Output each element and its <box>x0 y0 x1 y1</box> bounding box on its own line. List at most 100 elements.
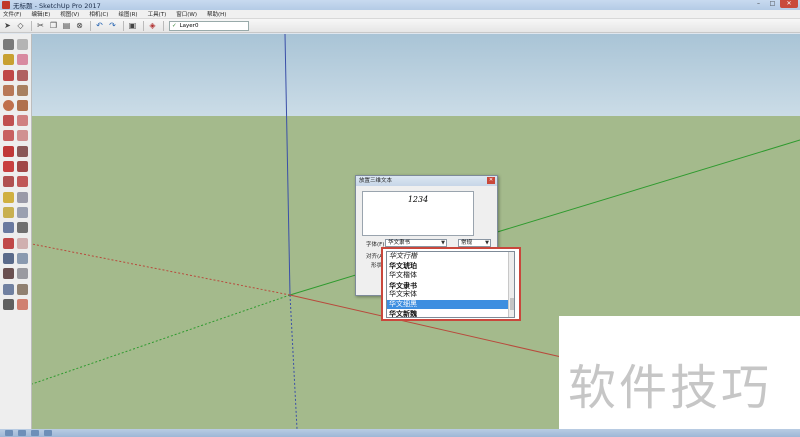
menu-edit[interactable]: 编辑(E) <box>31 10 50 18</box>
freehand-tool-icon[interactable] <box>17 70 28 81</box>
menu-tools[interactable]: 工具(T) <box>148 10 167 18</box>
polygon-tool-icon[interactable] <box>17 100 28 111</box>
zoom-window-icon[interactable] <box>17 253 28 264</box>
select-icon[interactable]: ➤ <box>2 20 13 31</box>
component-tool-icon[interactable] <box>17 39 28 50</box>
chevron-down-icon: ▼ <box>441 240 445 246</box>
axes-tool-icon[interactable] <box>3 222 14 233</box>
menu-file[interactable]: 文件(F) <box>3 10 21 18</box>
maximize-button[interactable]: □ <box>766 0 779 8</box>
taskbar-app-icon[interactable] <box>18 430 26 436</box>
font-option-selected[interactable]: 华文细黑 <box>387 299 514 309</box>
menu-help[interactable]: 帮助(H) <box>207 10 226 18</box>
menu-draw[interactable]: 绘图(R) <box>118 10 137 18</box>
font-dropdown-highlight: 华文行楷 华文琥珀 华文楷体 华文隶书 华文宋体 华文细黑 华文新魏 <box>381 247 521 321</box>
previous-view-icon[interactable] <box>17 268 28 279</box>
scale-tool-icon[interactable] <box>3 176 14 187</box>
walk-tool-icon[interactable] <box>17 284 28 295</box>
menu-window[interactable]: 窗口(W) <box>176 10 197 18</box>
toolbar-divider <box>163 20 164 31</box>
font-select-value: 华文隶书 <box>388 240 411 246</box>
blue-axis <box>284 34 291 296</box>
section-plane-icon[interactable] <box>17 299 28 310</box>
pie-tool-icon[interactable] <box>17 130 28 141</box>
layer-name: Layer0 <box>179 22 199 29</box>
redo-icon[interactable]: ↷ <box>107 20 118 31</box>
dialog-close-button[interactable]: ✕ <box>487 177 495 184</box>
font-option[interactable]: 华文行楷 <box>387 252 514 262</box>
model-info-icon[interactable]: ◈ <box>147 20 158 31</box>
zoom-tool-icon[interactable] <box>3 253 14 264</box>
push-pull-icon[interactable] <box>17 146 28 157</box>
eraser-tool-icon[interactable] <box>17 54 28 65</box>
dimension-tool-icon[interactable] <box>17 192 28 203</box>
font-option[interactable]: 华文新魏 <box>387 309 514 319</box>
toolbar-divider <box>31 20 32 31</box>
os-taskbar <box>0 429 800 437</box>
paste-icon[interactable]: ▤ <box>61 20 72 31</box>
sketchup-app-icon <box>2 1 10 9</box>
red-axis-dotted <box>32 243 291 296</box>
position-camera-icon[interactable] <box>3 284 14 295</box>
rectangle-tool-icon[interactable] <box>3 85 14 96</box>
rotate-tool-icon[interactable] <box>3 161 14 172</box>
font-option[interactable]: 华文琥珀 <box>387 262 514 272</box>
dialog-title: 放置三维文本 <box>356 176 497 186</box>
toolbar-divider <box>123 20 124 31</box>
arc-tool-icon[interactable] <box>3 115 14 126</box>
tape-measure-icon[interactable] <box>3 192 14 203</box>
font-select[interactable]: 华文隶书 ▼ <box>385 239 447 247</box>
font-style-select[interactable]: 常规 ▼ <box>458 239 491 247</box>
font-style-value: 常规 <box>461 240 473 246</box>
watermark-text: 软件技巧 <box>568 360 773 416</box>
menu-view[interactable]: 视图(V) <box>60 10 79 18</box>
look-around-icon[interactable] <box>3 299 14 310</box>
rotated-rect-icon[interactable] <box>17 85 28 96</box>
blue-axis-dotted <box>289 294 298 429</box>
zoom-extents-icon[interactable] <box>3 268 14 279</box>
text-input[interactable]: 1234 <box>362 191 474 236</box>
window-controls: – □ ✕ <box>752 0 798 8</box>
menu-bar: 文件(F) 编辑(E) 视图(V) 相机(C) 绘图(R) 工具(T) 窗口(W… <box>0 10 800 19</box>
layer-visible-check-icon: ✓ <box>172 22 177 29</box>
font-option[interactable]: 华文宋体 <box>387 290 514 300</box>
text-tool-icon[interactable] <box>17 207 28 218</box>
cut-icon[interactable]: ✂ <box>35 20 46 31</box>
eraser-icon[interactable]: ◇ <box>15 20 26 31</box>
orbit-tool-icon[interactable] <box>3 238 14 249</box>
taskbar-app-icon[interactable] <box>44 430 52 436</box>
minimize-button[interactable]: – <box>752 0 765 8</box>
follow-me-icon[interactable] <box>17 161 28 172</box>
delete-icon[interactable]: ⊗ <box>74 20 85 31</box>
paint-bucket-icon[interactable] <box>3 54 14 65</box>
undo-icon[interactable]: ↶ <box>94 20 105 31</box>
dropdown-scrollbar[interactable] <box>508 252 514 317</box>
taskbar-app-icon[interactable] <box>31 430 39 436</box>
tool-palette <box>0 34 32 429</box>
line-tool-icon[interactable] <box>3 70 14 81</box>
move-tool-icon[interactable] <box>3 146 14 157</box>
font-dropdown-list[interactable]: 华文行楷 华文琥珀 华文楷体 华文隶书 华文宋体 华文细黑 华文新魏 <box>386 251 515 318</box>
scrollbar-thumb[interactable] <box>510 298 514 310</box>
print-icon[interactable]: ▣ <box>127 20 138 31</box>
font-option[interactable]: 华文隶书 <box>387 281 514 291</box>
select-tool-icon[interactable] <box>3 39 14 50</box>
window-title: 无标题 - SketchUp Pro 2017 <box>13 2 101 10</box>
toolbar-divider <box>90 20 91 31</box>
close-window-button[interactable]: ✕ <box>780 0 798 8</box>
offset-tool-icon[interactable] <box>17 176 28 187</box>
main-toolbar: ➤ ◇ ✂ ❐ ▤ ⊗ ↶ ↷ ▣ ◈ ✓ Layer0 <box>0 19 800 33</box>
green-axis-dotted <box>32 294 291 385</box>
3d-text-tool-icon[interactable] <box>17 222 28 233</box>
pan-tool-icon[interactable] <box>17 238 28 249</box>
three-point-arc-icon[interactable] <box>3 130 14 141</box>
title-bar: 无标题 - SketchUp Pro 2017 – □ ✕ <box>0 0 800 10</box>
copy-icon[interactable]: ❐ <box>48 20 59 31</box>
menu-camera[interactable]: 相机(C) <box>89 10 108 18</box>
font-option[interactable]: 华文楷体 <box>387 271 514 281</box>
two-point-arc-icon[interactable] <box>17 115 28 126</box>
circle-tool-icon[interactable] <box>3 100 14 111</box>
start-icon[interactable] <box>5 430 13 436</box>
layer-dropdown[interactable]: ✓ Layer0 <box>169 20 249 31</box>
protractor-icon[interactable] <box>3 207 14 218</box>
